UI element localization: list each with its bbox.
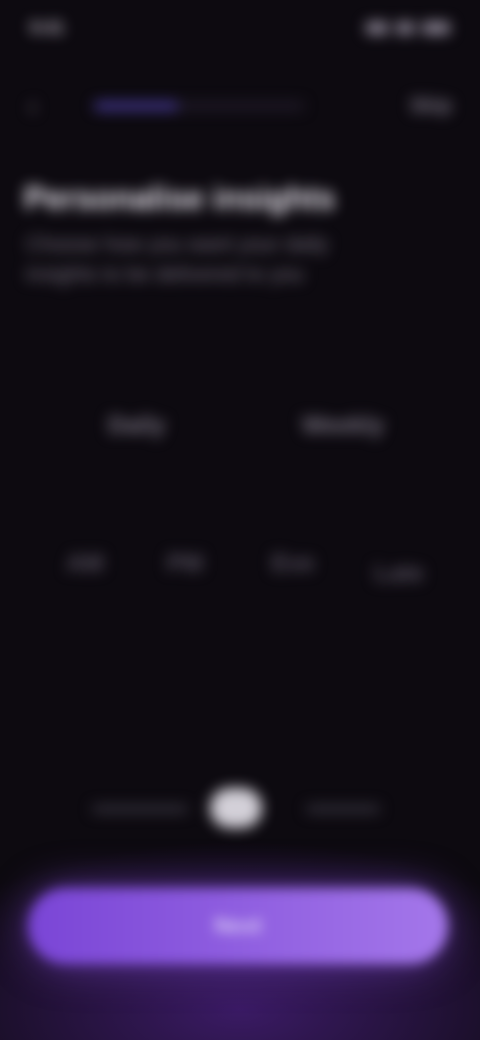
frequency-toggle: Daily Weekly — [0, 412, 480, 456]
blurred-content: 9:41 ‹ Skip Personalise insights Choose … — [0, 0, 480, 1040]
page-title: Personalise insights — [24, 180, 336, 216]
option-item[interactable]: AM — [50, 550, 120, 578]
signal-icon — [366, 22, 388, 34]
pager-segment[interactable] — [306, 805, 380, 813]
toggle-weekly[interactable]: Weekly — [302, 412, 384, 440]
option-item[interactable]: Late — [364, 560, 434, 588]
progress-fill — [94, 102, 178, 110]
next-button[interactable]: Next — [28, 888, 448, 964]
status-time: 9:41 — [30, 18, 65, 37]
chevron-left-icon[interactable]: ‹ — [28, 91, 58, 121]
status-bar: 9:41 — [30, 16, 450, 40]
option-item[interactable]: Eve — [258, 550, 328, 578]
onboarding-screen: 9:41 ‹ Skip Personalise insights Choose … — [0, 0, 480, 1040]
pager-active-dot[interactable] — [210, 788, 262, 828]
page-subtitle: Choose how you want your daily insights … — [26, 233, 329, 286]
nav-row: ‹ Skip — [28, 88, 452, 124]
wifi-icon — [396, 22, 414, 34]
battery-icon — [422, 22, 450, 34]
status-icons — [366, 22, 450, 34]
option-item[interactable]: PM — [150, 550, 220, 578]
skip-button[interactable]: Skip — [410, 95, 452, 118]
pager — [0, 788, 480, 828]
pager-segment[interactable] — [92, 805, 188, 813]
progress-bar — [94, 102, 304, 110]
toggle-daily[interactable]: Daily — [108, 412, 165, 440]
